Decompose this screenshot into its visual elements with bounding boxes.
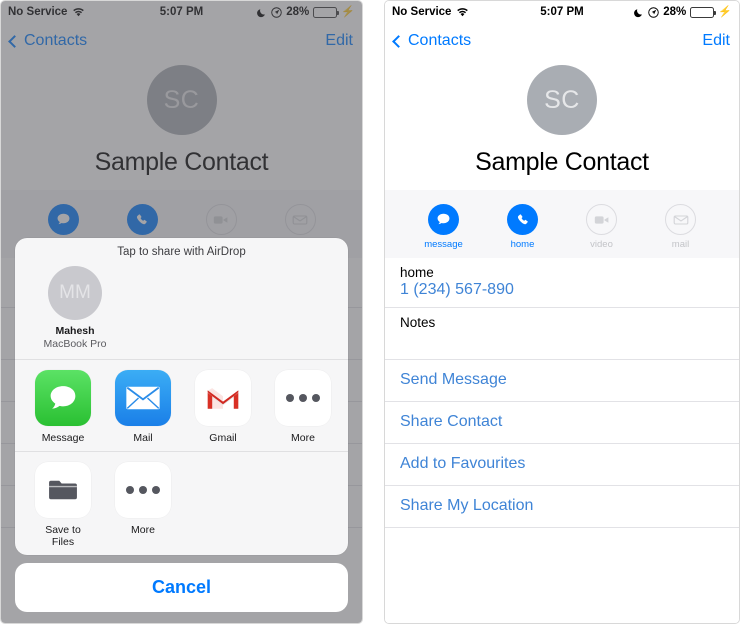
phone-row[interactable]: home 1 (234) 567-890 xyxy=(385,258,739,308)
activity-label: Save to Files xyxy=(45,524,81,548)
more-dots-icon xyxy=(115,462,171,518)
chevron-left-icon xyxy=(392,35,405,48)
screenshot-stage: No Service 5:07 PM 2 xyxy=(0,0,740,631)
more-dots-icon xyxy=(275,370,331,426)
link-label: Share Contact xyxy=(400,413,503,430)
dot xyxy=(126,486,134,494)
dot xyxy=(299,394,307,402)
link-add-to-favourites[interactable]: Add to Favourites xyxy=(385,444,739,486)
link-label: Send Message xyxy=(400,371,507,388)
airdrop-name: Mahesh xyxy=(55,324,95,337)
contact-name: Sample Contact xyxy=(475,148,649,176)
status-left-group: No Service xyxy=(392,6,469,18)
dot xyxy=(286,394,294,402)
do-not-disturb-moon-icon xyxy=(634,8,643,17)
share-app-message[interactable]: Message xyxy=(35,370,91,444)
lightning-bolt-icon: ⚡ xyxy=(718,5,732,18)
link-label: Add to Favourites xyxy=(400,455,526,472)
phone-value: 1 (234) 567-890 xyxy=(400,281,514,298)
action-message[interactable]: message xyxy=(422,204,466,250)
envelope-icon xyxy=(665,204,696,235)
dot xyxy=(152,486,160,494)
notes-row[interactable]: Notes xyxy=(385,308,739,360)
activity-more[interactable]: More xyxy=(115,462,171,548)
status-bar-right: No Service 5:07 PM 28% ⚡ xyxy=(385,1,739,23)
video-camera-icon xyxy=(586,204,617,235)
cancel-button[interactable]: Cancel xyxy=(15,563,348,612)
action-home-call[interactable]: home xyxy=(501,204,545,250)
share-app-label: Gmail xyxy=(209,432,237,444)
activity-save-to-files[interactable]: Save to Files xyxy=(35,462,91,548)
dots-group xyxy=(286,394,320,402)
contact-header-right: SC Sample Contact xyxy=(385,59,739,177)
info-list-right: home 1 (234) 567-890 Notes Send Message … xyxy=(385,258,739,528)
screen-left: No Service 5:07 PM 2 xyxy=(1,1,362,623)
wifi-icon xyxy=(457,8,469,17)
phone-label: home xyxy=(400,265,434,280)
activity-label: More xyxy=(131,524,155,536)
share-app-label: More xyxy=(291,432,315,444)
notes-label: Notes xyxy=(400,315,436,330)
phone-left-share-sheet: No Service 5:07 PM 2 xyxy=(0,0,363,624)
folder-icon xyxy=(35,462,91,518)
share-app-label: Mail xyxy=(133,432,153,444)
dots-group xyxy=(126,486,160,494)
airdrop-target-mahesh[interactable]: MM Mahesh MacBook Pro xyxy=(35,265,115,351)
share-sheet-title: Tap to share with AirDrop xyxy=(117,245,246,258)
share-app-gmail[interactable]: Gmail xyxy=(195,370,251,444)
nav-bar-right: Contacts Edit xyxy=(385,23,739,59)
action-buttons-row-right: message home video mail xyxy=(385,190,739,258)
share-app-label: Message xyxy=(41,432,85,444)
share-apps-row: Message Mail Gmail More xyxy=(15,360,348,452)
action-mail[interactable]: mail xyxy=(659,204,703,250)
airdrop-targets-row: MM Mahesh MacBook Pro xyxy=(15,262,348,360)
message-bubble-icon xyxy=(428,204,459,235)
phone-handset-icon xyxy=(507,204,538,235)
gmail-app-icon xyxy=(195,370,251,426)
airdrop-avatar: MM xyxy=(48,265,102,320)
dot xyxy=(139,486,147,494)
battery-icon xyxy=(690,6,717,18)
share-activities-row: Save to Files More xyxy=(15,452,348,555)
messages-app-icon xyxy=(35,370,91,426)
share-sheet: Tap to share with AirDrop MM Mahesh MacB… xyxy=(1,237,362,623)
screen-right: No Service 5:07 PM 28% ⚡ Contacts Edit S… xyxy=(385,1,739,623)
status-right-group: 28% ⚡ xyxy=(634,6,732,18)
phone-right-contact-detail: No Service 5:07 PM 28% ⚡ Contacts Edit S… xyxy=(384,0,740,624)
action-mail-label: mail xyxy=(671,239,690,250)
mail-app-icon xyxy=(115,370,171,426)
battery-percent-label: 28% xyxy=(663,6,687,18)
action-message-label: message xyxy=(424,239,463,250)
action-video-label: video xyxy=(590,239,613,250)
back-label: Contacts xyxy=(408,32,472,49)
share-sheet-panel: Tap to share with AirDrop MM Mahesh MacB… xyxy=(15,237,348,555)
edit-button[interactable]: Edit xyxy=(702,32,730,50)
share-app-more[interactable]: More xyxy=(275,370,331,444)
airdrop-device: MacBook Pro xyxy=(43,337,107,350)
link-send-message[interactable]: Send Message xyxy=(385,360,739,402)
back-to-contacts-button[interactable]: Contacts xyxy=(392,32,472,50)
dot xyxy=(312,394,320,402)
location-services-icon xyxy=(648,6,659,18)
link-share-contact[interactable]: Share Contact xyxy=(385,402,739,444)
share-app-mail[interactable]: Mail xyxy=(115,370,171,444)
action-video[interactable]: video xyxy=(580,204,624,250)
carrier-label: No Service xyxy=(392,6,452,18)
link-label: Share My Location xyxy=(400,497,534,514)
link-share-my-location[interactable]: Share My Location xyxy=(385,486,739,528)
avatar: SC xyxy=(527,65,597,135)
action-home-label: home xyxy=(510,239,535,250)
